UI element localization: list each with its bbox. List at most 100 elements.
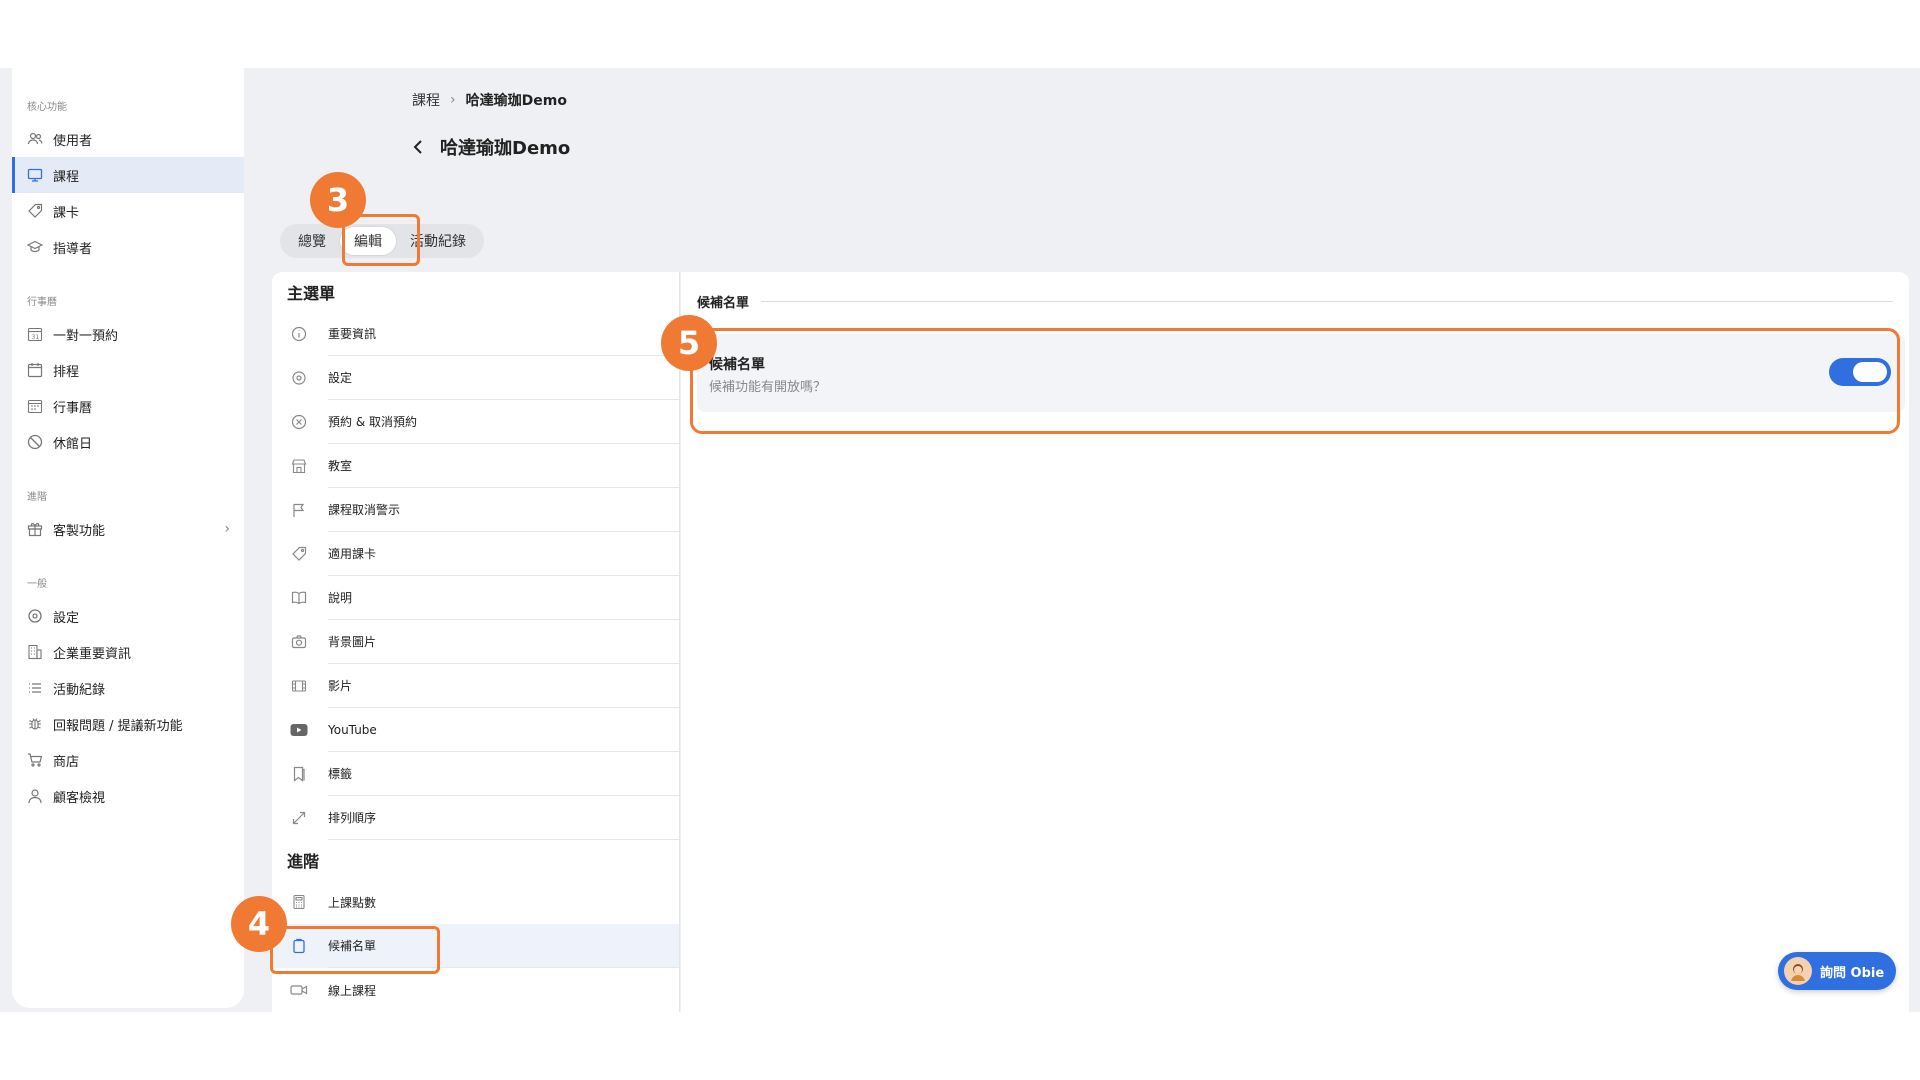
video-icon: [290, 981, 308, 999]
menu-item-online-course[interactable]: 線上課程: [272, 968, 679, 1012]
sidebar-item-one-on-one[interactable]: 31 一對一預約: [12, 316, 244, 352]
section-header: 候補名單: [697, 292, 1893, 311]
sidebar-section-title: 行事曆: [27, 297, 57, 308]
sidebar-item-label: 回報問題 / 提議新功能: [53, 718, 183, 734]
sidebar-item-calendar[interactable]: 行事曆: [12, 388, 244, 424]
menu-item-settings[interactable]: 設定: [272, 356, 679, 400]
menu-heading-main: 主選單: [287, 284, 336, 303]
gift-icon: [27, 521, 43, 537]
tag-icon: [27, 203, 43, 219]
sidebar-item-label: 課程: [53, 169, 80, 185]
calendar-icon: [27, 362, 43, 378]
svg-text:31: 31: [32, 334, 40, 341]
menu-item-label: 背景圖片: [328, 620, 679, 664]
edit-menu-panel: 主選單 重要資訊 設定 預約 & 取消預約 教室 課程取消警示 適用課卡 說明: [272, 272, 680, 1012]
menu-item-class-points[interactable]: 上課點數: [272, 880, 679, 924]
avatar: [1784, 957, 1812, 985]
sidebar-item-customer-view[interactable]: 顧客檢視: [12, 778, 244, 814]
menu-item-label: 線上課程: [328, 983, 377, 998]
gear-icon: [290, 369, 308, 387]
back-arrow-icon[interactable]: [408, 137, 428, 157]
menu-item-label: YouTube: [328, 708, 679, 752]
step-5-highlight: [690, 328, 1900, 434]
sidebar: 核心功能 使用者 課程 課卡 指導者 行事曆 31 一對一預約 排程 行事曆 休…: [12, 68, 244, 1008]
menu-item-label: 課程取消警示: [328, 488, 679, 532]
block-icon: [27, 434, 43, 450]
sidebar-item-custom-features[interactable]: 客製功能 ›: [12, 511, 244, 547]
tag-icon: [290, 545, 308, 563]
step-5-badge: 5: [661, 315, 717, 371]
breadcrumb-current: 哈達瑜珈Demo: [465, 93, 567, 109]
section-divider: [761, 301, 1893, 302]
store-icon: [290, 457, 308, 475]
sidebar-item-schedule[interactable]: 排程: [12, 352, 244, 388]
menu-heading-advanced: 進階: [287, 852, 320, 871]
sidebar-item-report-issue[interactable]: 回報問題 / 提議新功能: [12, 706, 244, 742]
sidebar-item-label: 商店: [53, 754, 80, 770]
menu-item-sort-order[interactable]: 排列順序: [272, 796, 679, 840]
sidebar-item-courses[interactable]: 課程: [12, 157, 244, 193]
building-icon: [27, 644, 43, 660]
sidebar-item-class-cards[interactable]: 課卡: [12, 193, 244, 229]
info-icon: [290, 325, 308, 343]
gear-icon: [27, 608, 43, 624]
step-3-badge: 3: [310, 172, 366, 228]
calendar-31-icon: 31: [27, 326, 43, 342]
sidebar-item-shop[interactable]: 商店: [12, 742, 244, 778]
sidebar-item-label: 課卡: [53, 205, 80, 221]
menu-item-important-info[interactable]: 重要資訊: [272, 312, 679, 356]
menu-item-label: 影片: [328, 664, 679, 708]
sidebar-item-closed-days[interactable]: 休館日: [12, 424, 244, 460]
ask-obie-button[interactable]: 詢問 Obie: [1778, 952, 1896, 990]
step-4-badge: 4: [231, 896, 287, 952]
menu-item-label: 預約 & 取消預約: [328, 400, 679, 444]
menu-item-applicable-cards[interactable]: 適用課卡: [272, 532, 679, 576]
camera-icon: [290, 633, 308, 651]
list-icon: [27, 680, 43, 696]
sidebar-item-label: 行事曆: [53, 400, 93, 416]
page-title-row: 哈達瑜珈Demo: [408, 134, 570, 160]
sidebar-item-company-info[interactable]: 企業重要資訊: [12, 634, 244, 670]
sidebar-item-label: 設定: [53, 610, 80, 626]
section-title: 候補名單: [697, 296, 750, 311]
person-icon: [27, 788, 43, 804]
menu-item-label: 說明: [328, 576, 679, 620]
flag-icon: [290, 501, 308, 519]
cart-icon: [27, 752, 43, 768]
menu-item-youtube[interactable]: YouTube: [272, 708, 679, 752]
sidebar-item-users[interactable]: 使用者: [12, 121, 244, 157]
sidebar-item-instructors[interactable]: 指導者: [12, 229, 244, 265]
book-icon: [290, 589, 308, 607]
sidebar-item-settings[interactable]: 設定: [12, 598, 244, 634]
breadcrumb: 課程 › 哈達瑜珈Demo: [412, 90, 567, 110]
page-title: 哈達瑜珈Demo: [440, 138, 571, 159]
sidebar-item-label: 使用者: [53, 133, 93, 149]
sidebar-item-label: 排程: [53, 364, 80, 380]
menu-item-description[interactable]: 說明: [272, 576, 679, 620]
sidebar-item-label: 活動紀錄: [53, 682, 106, 698]
tab-overview[interactable]: 總覽: [284, 227, 340, 255]
menu-item-label: 上課點數: [328, 895, 377, 910]
film-icon: [290, 677, 308, 695]
sidebar-item-activity-log[interactable]: 活動紀錄: [12, 670, 244, 706]
youtube-icon: [290, 721, 308, 739]
menu-item-label: 教室: [328, 444, 679, 488]
sidebar-item-label: 企業重要資訊: [53, 646, 132, 662]
bookmark-icon: [290, 765, 308, 783]
menu-item-cancel-warning[interactable]: 課程取消警示: [272, 488, 679, 532]
menu-item-tags[interactable]: 標籤: [272, 752, 679, 796]
step-4-highlight: [270, 926, 440, 974]
calendar-grid-icon: [27, 398, 43, 414]
breadcrumb-link-courses[interactable]: 課程: [412, 90, 440, 110]
menu-item-classroom[interactable]: 教室: [272, 444, 679, 488]
sidebar-item-label: 客製功能: [53, 523, 106, 539]
chevron-right-icon: ›: [224, 521, 230, 537]
app-window: 核心功能 使用者 課程 課卡 指導者 行事曆 31 一對一預約 排程 行事曆 休…: [0, 68, 1920, 1012]
menu-item-background-image[interactable]: 背景圖片: [272, 620, 679, 664]
sidebar-item-label: 一對一預約: [53, 328, 119, 344]
menu-item-label: 排列順序: [328, 796, 679, 840]
menu-item-video[interactable]: 影片: [272, 664, 679, 708]
sidebar-item-label: 顧客檢視: [53, 790, 106, 806]
menu-item-booking-cancel[interactable]: 預約 & 取消預約: [272, 400, 679, 444]
menu-item-label: 設定: [328, 356, 679, 400]
